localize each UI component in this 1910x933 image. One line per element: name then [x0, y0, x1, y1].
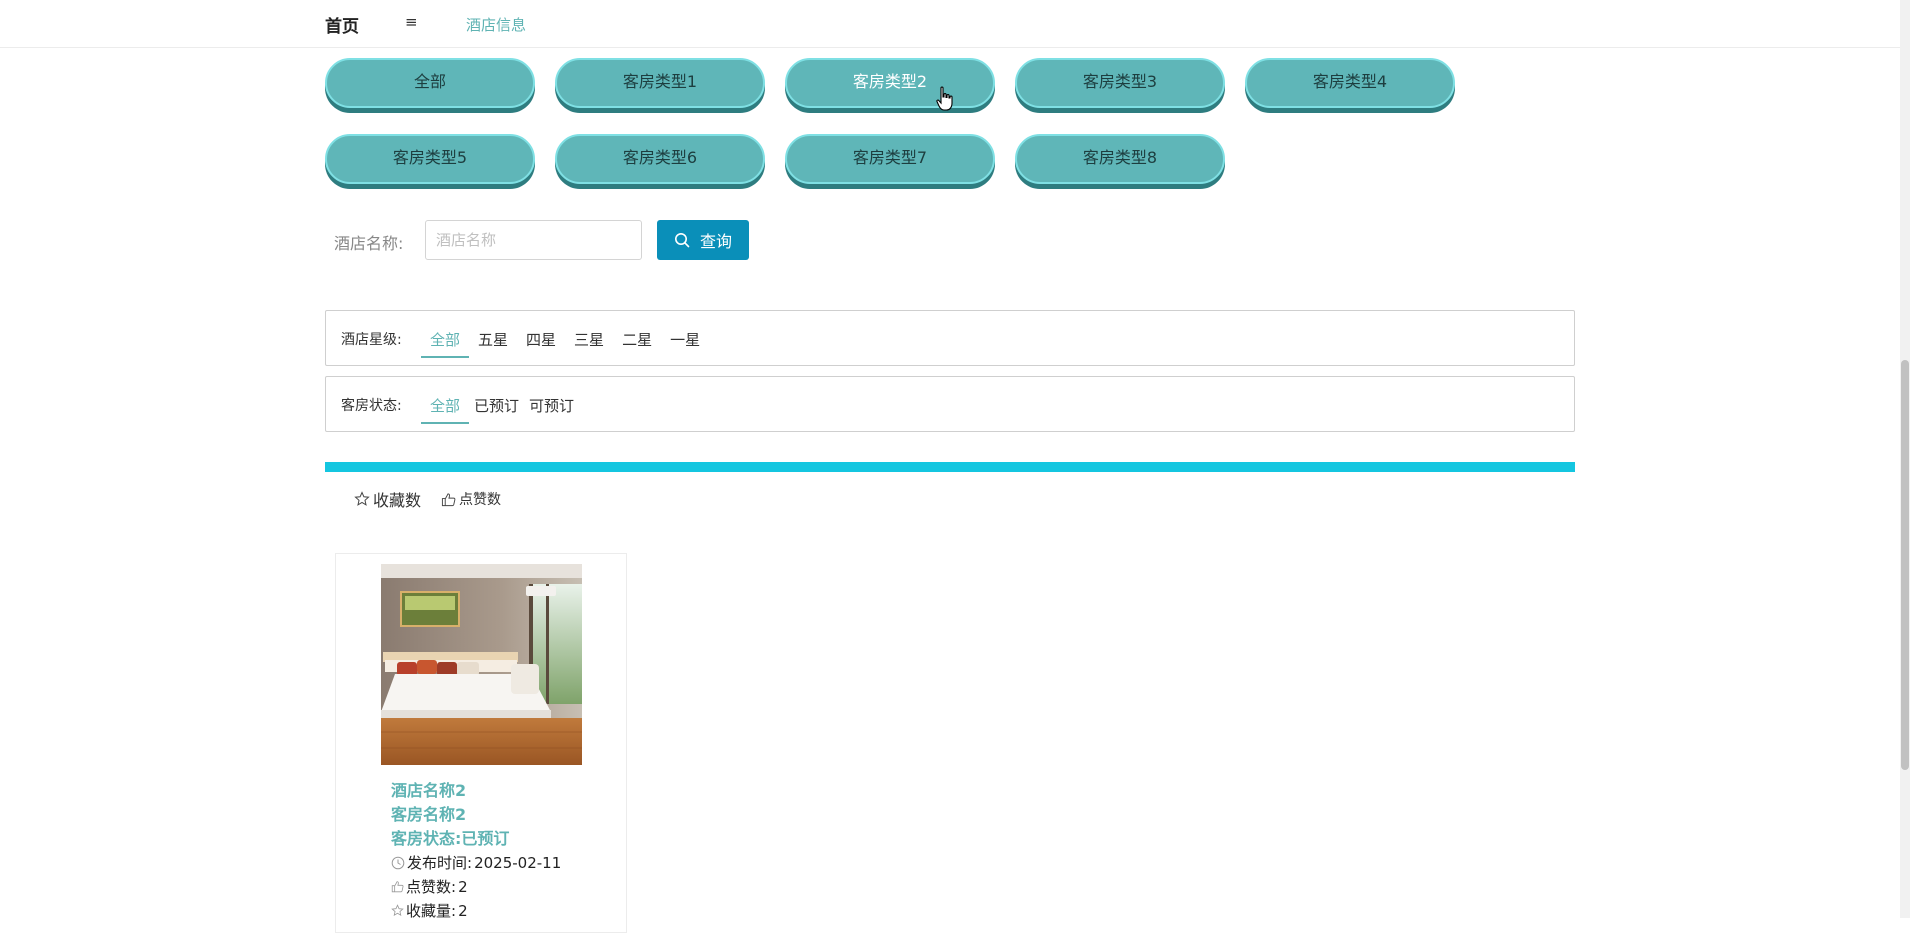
favorites-value: 2: [458, 901, 468, 920]
clock-icon: [391, 856, 405, 869]
publish-time-label: 发布时间:: [407, 854, 473, 872]
likes-row: 点赞数: 2: [391, 876, 468, 897]
category-room-type-8-button[interactable]: 客房类型8: [1015, 134, 1225, 184]
sort-by-likes[interactable]: 点赞数: [441, 489, 501, 509]
room-photo[interactable]: [381, 564, 582, 765]
star-option-two[interactable]: 二星: [613, 321, 661, 358]
category-room-type-3-button[interactable]: 客房类型3: [1015, 58, 1225, 108]
star-option-five[interactable]: 五星: [469, 321, 517, 358]
category-room-type-4-button[interactable]: 客房类型4: [1245, 58, 1455, 108]
star-option-one[interactable]: 一星: [661, 321, 709, 358]
hand-cursor-icon: [936, 86, 953, 111]
search-button-label: 查询: [699, 232, 732, 251]
category-label: 客房类型4: [1312, 72, 1388, 91]
sort-options: 收藏数 点赞数: [354, 487, 501, 511]
category-label: 全部: [413, 72, 446, 91]
category-label: 客房类型3: [1082, 72, 1158, 91]
star-filter-box: 酒店星级: 全部 五星 四星 三星 二星 一星: [325, 310, 1575, 366]
star-option-three[interactable]: 三星: [565, 321, 613, 358]
search-icon: [674, 233, 690, 248]
hotel-name-search-input[interactable]: [425, 220, 642, 260]
section-divider-bar: [325, 462, 1575, 472]
star-outline-icon: [391, 904, 404, 917]
category-room-type-2-button[interactable]: 客房类型2: [785, 58, 995, 108]
menu-toggle-icon[interactable]: ≡: [405, 13, 418, 31]
status-option-all[interactable]: 全部: [421, 387, 470, 424]
star-filter-options: 全部 五星 四星 三星 二星 一星: [421, 311, 709, 367]
category-room-type-6-button[interactable]: 客房类型6: [555, 134, 765, 184]
sort-likes-label: 点赞数: [459, 492, 502, 508]
category-room-type-1-button[interactable]: 客房类型1: [555, 58, 765, 108]
category-label: 客房类型1: [622, 72, 698, 91]
category-label: 客房类型5: [392, 148, 468, 167]
category-all-button[interactable]: 全部: [325, 58, 535, 108]
thumbs-up-icon: [441, 492, 456, 506]
star-outline-icon: [354, 491, 370, 506]
breadcrumb-hotel-info[interactable]: 酒店信息: [466, 14, 526, 35]
star-option-all[interactable]: 全部: [421, 321, 470, 358]
sort-by-favorites[interactable]: 收藏数: [354, 487, 421, 511]
star-option-four[interactable]: 四星: [517, 321, 565, 358]
status-option-booked[interactable]: 已预订: [469, 387, 524, 424]
sort-favorites-label: 收藏数: [373, 491, 422, 510]
star-filter-label: 酒店星级:: [341, 332, 402, 348]
room-name: 客房名称2: [391, 805, 467, 824]
publish-time-row: 发布时间: 2025-02-11: [391, 852, 561, 873]
status-option-available[interactable]: 可预订: [524, 387, 579, 424]
home-link[interactable]: 首页: [325, 12, 359, 37]
category-label: 客房类型2: [852, 72, 928, 91]
category-label: 客房类型8: [1082, 148, 1158, 167]
category-room-type-7-button[interactable]: 客房类型7: [785, 134, 995, 184]
status-filter-box: 客房状态: 全部 已预订 可预订: [325, 376, 1575, 432]
category-label: 客房类型6: [622, 148, 698, 167]
hotel-name[interactable]: 酒店名称2: [391, 777, 466, 801]
publish-time-value: 2025-02-11: [474, 853, 562, 872]
page-scrollbar[interactable]: [1900, 0, 1910, 918]
likes-label: 点赞数:: [406, 878, 457, 896]
category-room-type-5-button[interactable]: 客房类型5: [325, 134, 535, 184]
category-label: 客房类型7: [852, 148, 928, 167]
thumbs-up-icon: [391, 881, 404, 893]
scrollbar-thumb[interactable]: [1901, 360, 1909, 770]
search-button[interactable]: 查询: [657, 220, 749, 260]
hotel-card[interactable]: 酒店名称2 客房名称2 客房状态:已预订 发布时间: 2025-02-11 点赞…: [335, 553, 627, 933]
status-filter-label: 客房状态:: [341, 398, 402, 414]
hotel-name-label: 酒店名称:: [334, 234, 404, 253]
likes-value: 2: [458, 877, 468, 896]
room-status: 客房状态:已预订: [391, 829, 510, 848]
status-filter-options: 全部 已预订 可预订: [421, 377, 579, 433]
top-navbar: 首页 ≡ 酒店信息: [0, 0, 1900, 48]
